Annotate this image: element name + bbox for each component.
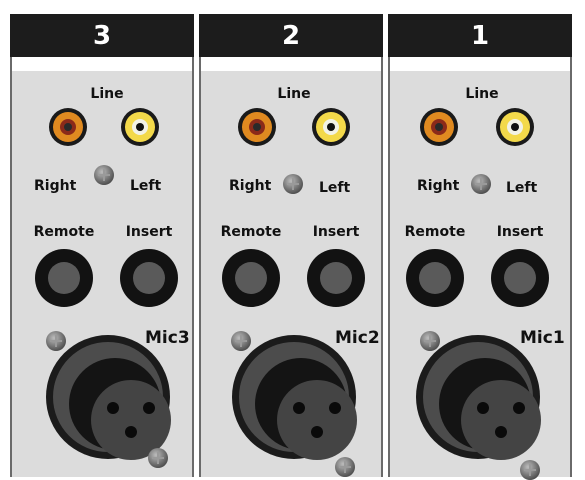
mic-label: Mic2 (335, 328, 380, 348)
xlr-pin (495, 426, 507, 438)
screw-icon (420, 331, 440, 351)
remote-label: Remote (220, 224, 282, 240)
xlr-pin (513, 402, 525, 414)
xlr-pin (107, 402, 119, 414)
remote-jack[interactable] (406, 249, 464, 307)
rca-pin-icon (136, 123, 144, 131)
xlr-mic-input[interactable] (232, 335, 357, 460)
xlr-pin (329, 402, 341, 414)
mic-label: Mic1 (520, 328, 565, 348)
channel-number-header: 1 (388, 14, 572, 57)
rca-pin-icon (64, 123, 72, 131)
screw-icon (94, 165, 114, 185)
remote-jack[interactable] (222, 249, 280, 307)
line-label: Line (465, 86, 499, 102)
insert-jack[interactable] (120, 249, 178, 307)
screw-icon (520, 460, 540, 480)
audio-rack-panel: 3 Line Right Left Remote Insert Mic3 2 L… (0, 0, 585, 480)
xlr-pin (293, 402, 305, 414)
rca-pin-icon (435, 123, 443, 131)
left-label: Left (506, 180, 538, 196)
line-label: Line (277, 86, 311, 102)
rca-left-jack[interactable] (312, 108, 350, 146)
right-label: Right (229, 178, 272, 194)
insert-label: Insert (312, 224, 360, 240)
xlr-mic-input[interactable] (416, 335, 541, 460)
insert-label: Insert (496, 224, 544, 240)
screw-icon (471, 174, 491, 194)
left-label: Left (130, 178, 162, 194)
line-label: Line (90, 86, 124, 102)
insert-label: Insert (125, 224, 173, 240)
screw-icon (335, 457, 355, 477)
xlr-pin (125, 426, 137, 438)
screw-icon (148, 448, 168, 468)
channel-1-strip: 1 Line Right Left Remote Insert Mic1 (388, 14, 572, 480)
rca-right-jack[interactable] (238, 108, 276, 146)
right-label: Right (417, 178, 460, 194)
xlr-pin (311, 426, 323, 438)
mic-label: Mic3 (145, 328, 190, 348)
rca-pin-icon (327, 123, 335, 131)
insert-jack[interactable] (491, 249, 549, 307)
screw-icon (231, 331, 251, 351)
screw-icon (283, 174, 303, 194)
rca-left-jack[interactable] (496, 108, 534, 146)
channel-3-strip: 3 Line Right Left Remote Insert Mic3 (10, 14, 194, 477)
xlr-pin (477, 402, 489, 414)
header-divider (201, 57, 381, 71)
header-divider (390, 57, 570, 71)
rca-right-jack[interactable] (49, 108, 87, 146)
screw-icon (46, 331, 66, 351)
rca-left-jack[interactable] (121, 108, 159, 146)
left-label: Left (319, 180, 351, 196)
channel-number-header: 3 (10, 14, 194, 57)
remote-label: Remote (33, 224, 95, 240)
channel-2-strip: 2 Line Right Left Remote Insert Mic2 (199, 14, 383, 477)
xlr-pin (143, 402, 155, 414)
channel-number-header: 2 (199, 14, 383, 57)
rca-pin-icon (511, 123, 519, 131)
right-label: Right (34, 178, 77, 194)
remote-jack[interactable] (35, 249, 93, 307)
header-divider (12, 57, 192, 71)
insert-jack[interactable] (307, 249, 365, 307)
rca-right-jack[interactable] (420, 108, 458, 146)
remote-label: Remote (404, 224, 466, 240)
xlr-mic-input[interactable] (46, 335, 171, 460)
rca-pin-icon (253, 123, 261, 131)
